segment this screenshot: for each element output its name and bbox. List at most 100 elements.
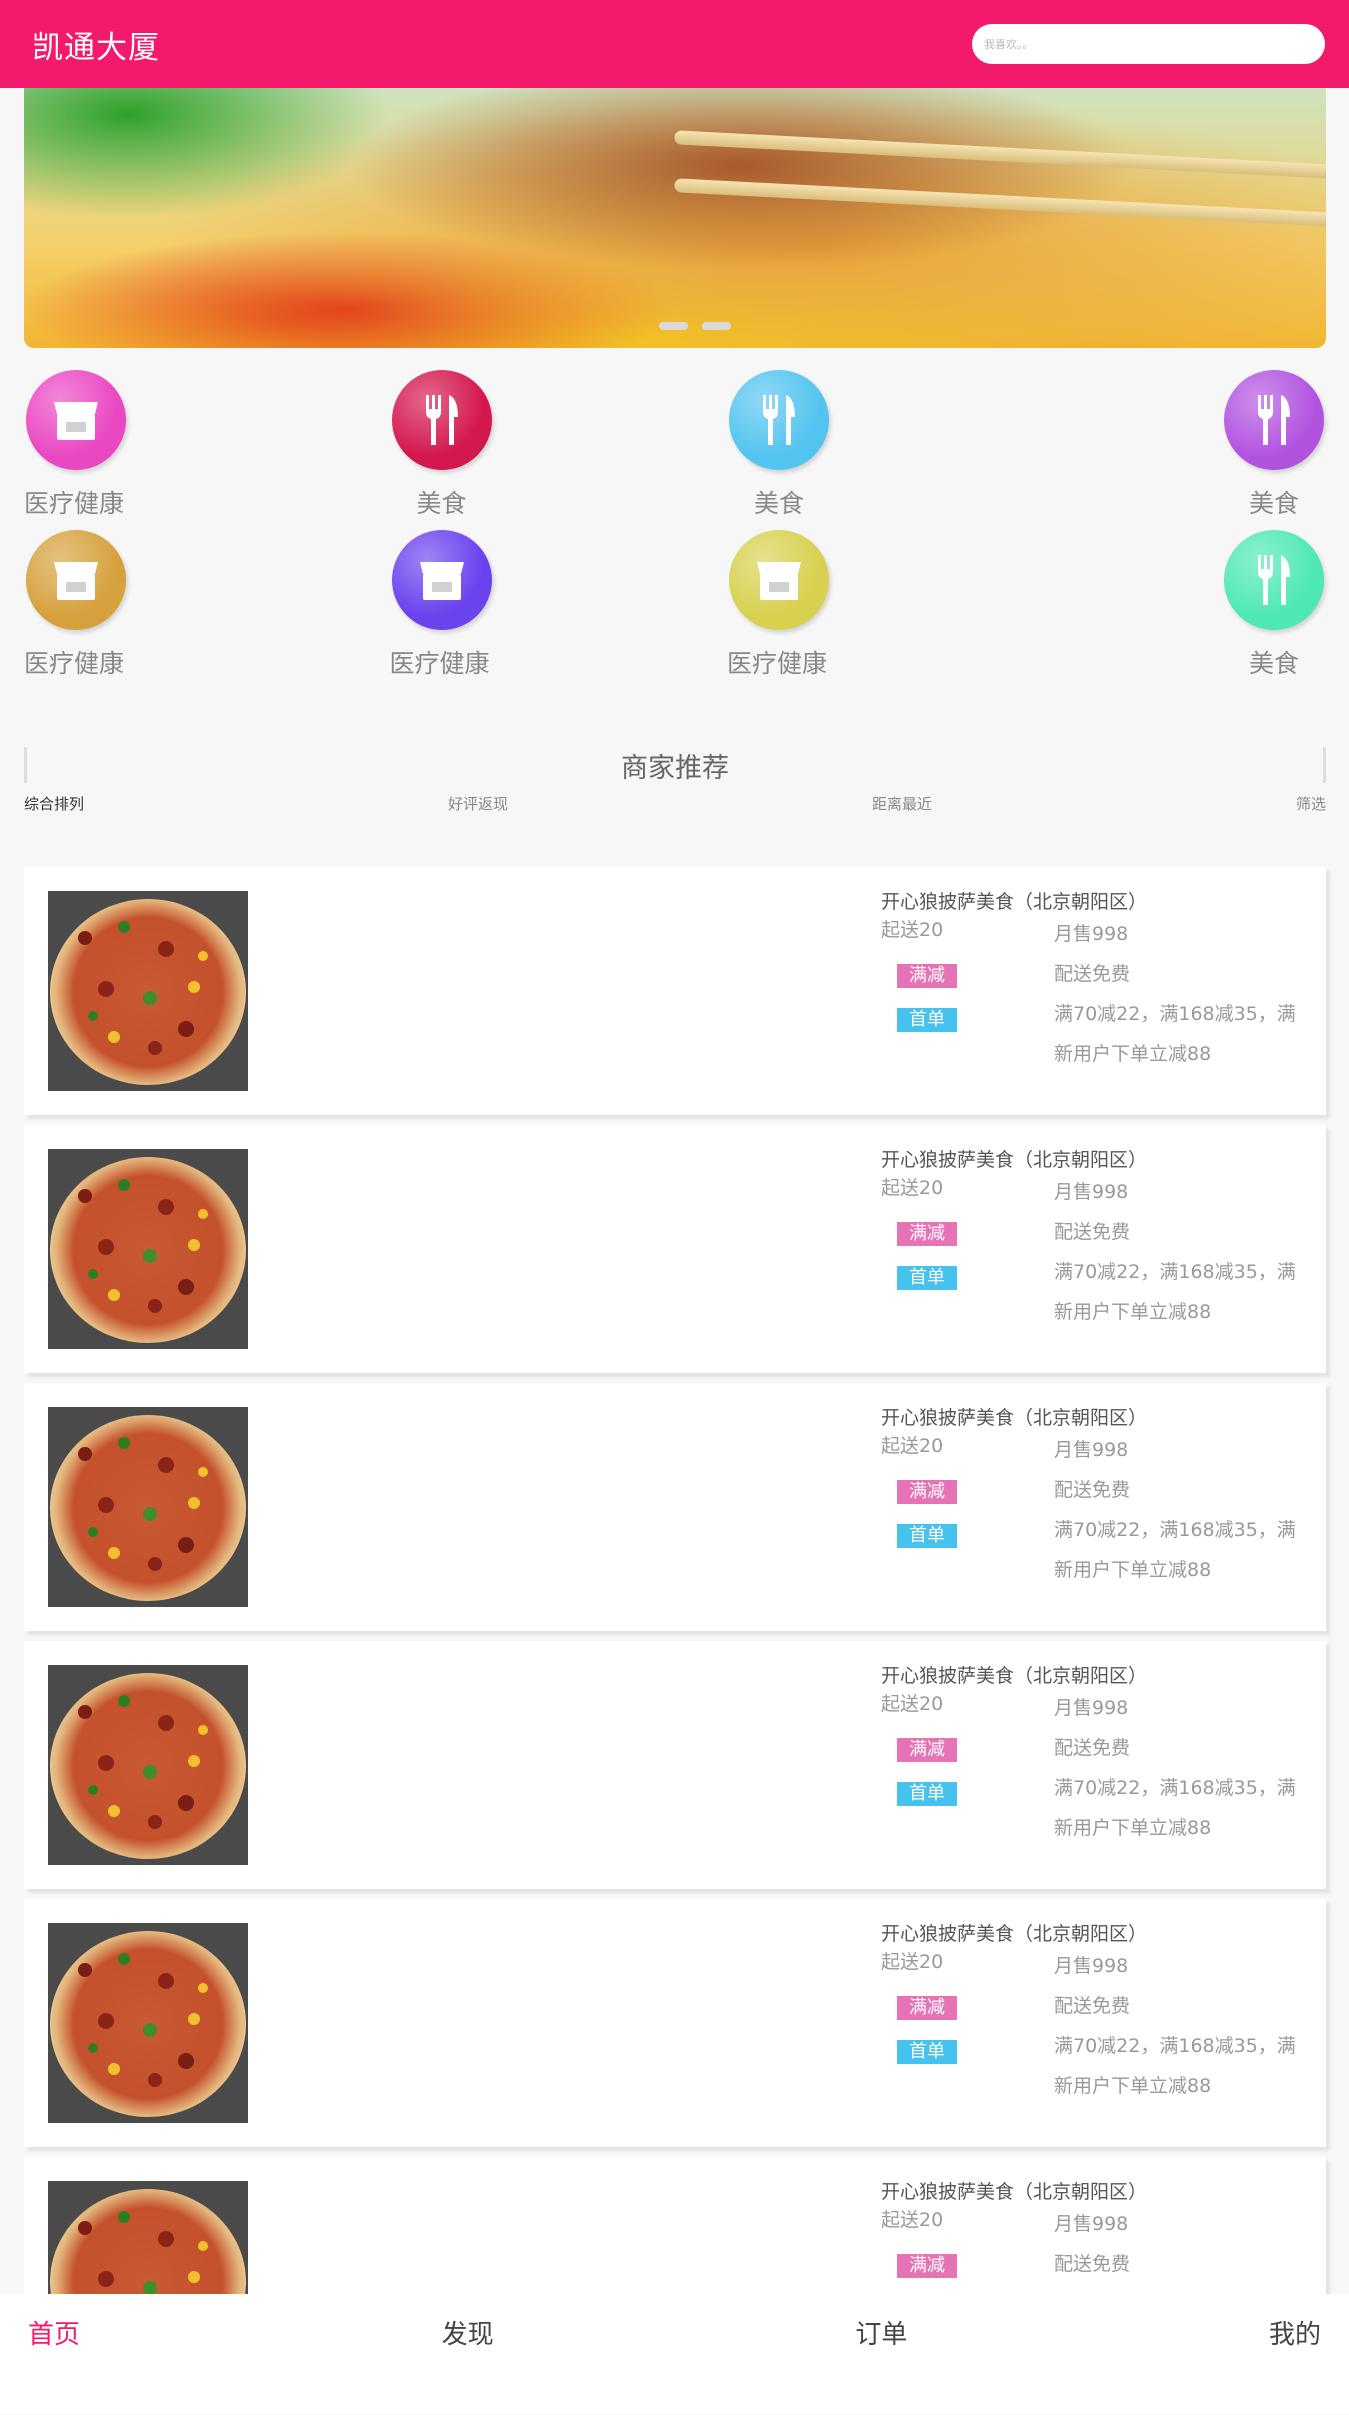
category-item[interactable]: 医疗健康 <box>24 530 350 680</box>
discount-text: 满70减22，满168减35，满 <box>1054 1519 1296 1541</box>
category-item[interactable]: 美食 <box>675 370 1001 520</box>
min-order: 起送20 <box>881 2209 944 2231</box>
discount-badge: 满减 <box>897 964 957 988</box>
category-label: 医疗健康 <box>389 649 490 678</box>
shop-name: 开心狼披萨美食（北京朝阳区） <box>881 1149 1148 1171</box>
shop-icon <box>26 370 126 470</box>
min-order: 起送20 <box>881 1951 944 1973</box>
tab-orders[interactable]: 订单 <box>855 2314 907 2351</box>
sort-bar: 综合排列 好评返现 距离最近 筛选 <box>24 793 1326 814</box>
shop-name: 开心狼披萨美食（北京朝阳区） <box>881 891 1148 913</box>
category-grid: 医疗健康 美食 美食 美食 医疗健康 医疗健康 医疗健康 美食 <box>24 370 1326 680</box>
shop-name: 开心狼披萨美食（北京朝阳区） <box>881 2181 1148 2203</box>
shop-card[interactable]: 开心狼披萨美食（北京朝阳区） 起送20 满减首单 月售998 配送免费满70减22，满1… <box>24 867 1326 1115</box>
new-user-offer: 新用户下单立减88 <box>1054 1301 1212 1323</box>
carousel-dot[interactable] <box>702 322 731 330</box>
min-order: 起送20 <box>881 1177 944 1199</box>
fork-knife-icon <box>729 370 829 470</box>
shop-thumbnail <box>48 1149 248 1349</box>
monthly-sales: 月售998 <box>1054 1697 1129 1719</box>
sort-option-filter[interactable]: 筛选 <box>1296 793 1326 814</box>
banner-image-detail <box>674 130 1326 180</box>
delivery-fee: 配送免费 <box>1054 2253 1131 2275</box>
min-order: 起送20 <box>881 919 944 941</box>
first-order-badge: 首单 <box>897 1008 957 1032</box>
min-order: 起送20 <box>881 1435 944 1457</box>
category-label: 美食 <box>1248 649 1299 678</box>
discount-text: 满70减22，满168减35，满 <box>1054 1777 1296 1799</box>
monthly-sales: 月售998 <box>1054 923 1129 945</box>
shop-list: 开心狼披萨美食（北京朝阳区） 起送20 满减 首单 月售998 配送免费 满70减22，满1… <box>24 867 1326 2415</box>
tab-home[interactable]: 首页 <box>28 2314 80 2351</box>
monthly-sales: 月售998 <box>1054 1181 1129 1203</box>
divider <box>24 747 27 783</box>
fork-knife-icon <box>1224 530 1324 630</box>
category-item[interactable]: 美食 <box>1001 370 1327 520</box>
shop-name: 开心狼披萨美食（北京朝阳区） <box>881 1407 1148 1429</box>
shop-card[interactable]: 开心狼披萨美食（北京朝阳区） 起送20 满减首单 月售998 配送免费满70减22，满1… <box>24 1383 1326 1631</box>
fork-knife-icon <box>391 370 492 470</box>
banner-carousel[interactable] <box>24 88 1326 348</box>
delivery-fee: 配送免费 <box>1054 1479 1131 1501</box>
delivery-fee: 配送免费 <box>1054 1995 1131 2017</box>
shop-card[interactable]: 开心狼披萨美食（北京朝阳区） 起送20 满减首单 月售998 配送免费满70减22，满1… <box>24 1125 1326 1373</box>
tab-discover[interactable]: 发现 <box>442 2314 494 2351</box>
tab-profile[interactable]: 我的 <box>1269 2314 1321 2351</box>
sort-option-comprehensive[interactable]: 综合排列 <box>24 793 84 814</box>
carousel-indicators <box>659 322 731 330</box>
delivery-fee: 配送免费 <box>1054 1737 1131 1759</box>
min-order: 起送20 <box>881 1693 944 1715</box>
category-item[interactable]: 医疗健康 <box>24 370 350 520</box>
category-label: 医疗健康 <box>727 649 828 678</box>
shop-icon <box>729 530 829 630</box>
category-label: 美食 <box>416 489 467 518</box>
monthly-sales: 月售998 <box>1054 2213 1129 2235</box>
bottom-tab-bar: 首页 发现 订单 我的 <box>0 2294 1349 2414</box>
new-user-offer: 新用户下单立减88 <box>1054 1043 1212 1065</box>
first-order-badge: 首单 <box>897 1266 957 1290</box>
monthly-sales: 月售998 <box>1054 1955 1129 1977</box>
shop-thumbnail <box>48 891 248 1091</box>
new-user-offer: 新用户下单立减88 <box>1054 1817 1212 1839</box>
category-item[interactable]: 美食 <box>350 370 676 520</box>
category-label: 美食 <box>1248 489 1299 518</box>
search-input[interactable] <box>972 24 1325 64</box>
sort-option-cashback[interactable]: 好评返现 <box>448 793 508 814</box>
first-order-badge: 首单 <box>897 1524 957 1548</box>
new-user-offer: 新用户下单立减88 <box>1054 1559 1212 1581</box>
shop-icon <box>26 530 126 630</box>
fork-knife-icon <box>1224 370 1324 470</box>
discount-badge: 满减 <box>897 1738 957 1762</box>
new-user-offer: 新用户下单立减88 <box>1054 2075 1212 2097</box>
discount-text: 满70减22，满168减35，满 <box>1054 2035 1296 2057</box>
monthly-sales: 月售998 <box>1054 1439 1129 1461</box>
discount-badge: 满减 <box>897 1222 957 1246</box>
discount-badge: 满减 <box>897 1480 957 1504</box>
shop-card[interactable]: 开心狼披萨美食（北京朝阳区） 起送20 满减首单 月售998 配送免费满70减22，满1… <box>24 1641 1326 1889</box>
header-bar: 凯通大厦 <box>0 0 1349 88</box>
discount-badge: 满减 <box>897 1996 957 2020</box>
shop-thumbnail <box>48 1665 248 1865</box>
shop-thumbnail <box>48 1407 248 1607</box>
category-label: 美食 <box>753 489 804 518</box>
first-order-badge: 首单 <box>897 2040 957 2064</box>
category-item[interactable]: 美食 <box>1001 530 1327 680</box>
delivery-fee: 配送免费 <box>1054 1221 1131 1243</box>
shop-card[interactable]: 开心狼披萨美食（北京朝阳区） 起送20 满减首单 月售998 配送免费满70减22，满1… <box>24 1899 1326 2147</box>
banner-image-detail <box>674 178 1326 228</box>
delivery-fee: 配送免费 <box>1054 963 1131 985</box>
divider <box>1323 747 1326 783</box>
discount-badge: 满减 <box>897 2254 957 2278</box>
category-item[interactable]: 医疗健康 <box>675 530 1001 680</box>
shop-thumbnail <box>48 1923 248 2123</box>
category-label: 医疗健康 <box>24 489 125 518</box>
category-label: 医疗健康 <box>24 649 125 678</box>
sort-option-nearest[interactable]: 距离最近 <box>872 793 932 814</box>
shop-icon <box>391 530 492 630</box>
first-order-badge: 首单 <box>897 1782 957 1806</box>
section-header: 商家推荐 <box>24 745 1326 785</box>
discount-text: 满70减22，满168减35，满 <box>1054 1003 1296 1025</box>
page-title: 凯通大厦 <box>32 29 160 66</box>
carousel-dot[interactable] <box>659 322 688 330</box>
category-item[interactable]: 医疗健康 <box>350 530 676 680</box>
